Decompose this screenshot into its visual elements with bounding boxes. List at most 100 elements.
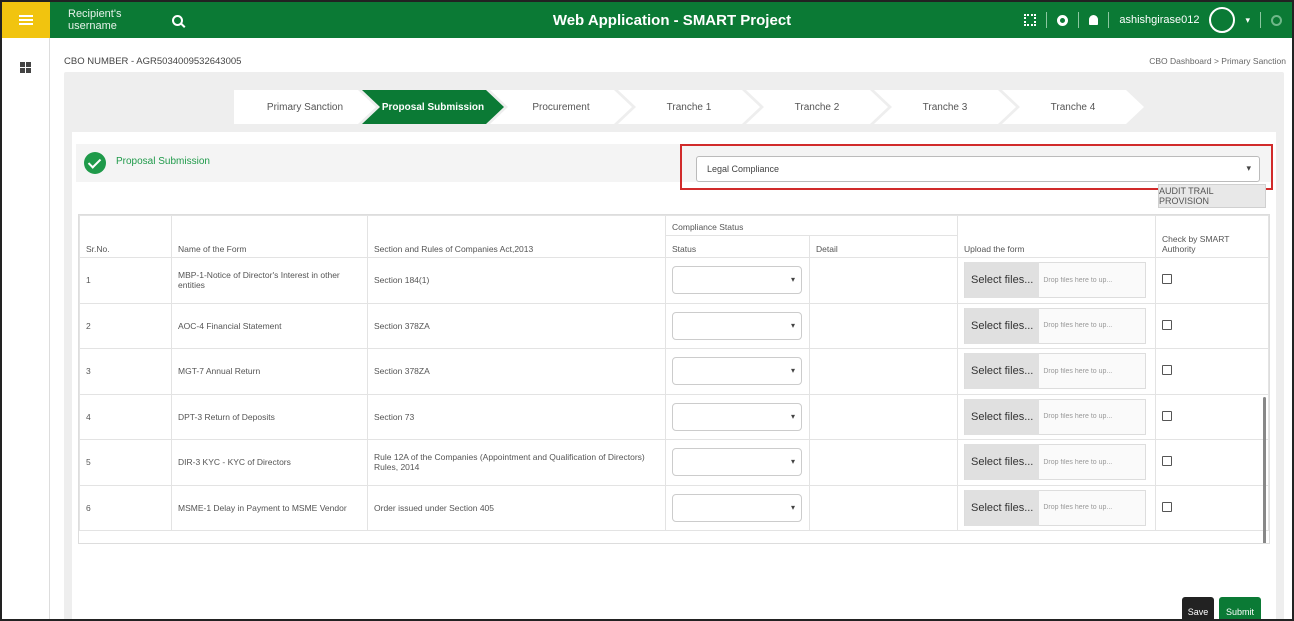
compliance-type-value: Legal Compliance bbox=[707, 164, 780, 174]
drop-hint: Drop files here to up... bbox=[1043, 276, 1113, 284]
select-files-button[interactable]: Select files... bbox=[965, 444, 1040, 481]
dropdown-arrow-icon: ▾ bbox=[790, 275, 795, 285]
step-wizard: Primary Sanction Proposal Submission Pro… bbox=[234, 90, 1144, 124]
cell-section: Section 378ZA bbox=[367, 302, 666, 349]
cbo-number: CBO NUMBER - AGR5034009532643005 bbox=[64, 56, 242, 67]
select-files-button[interactable]: Select files... bbox=[965, 398, 1040, 435]
header-form-name: Name of the Form bbox=[171, 215, 368, 258]
main-panel: Primary Sanction Proposal Submission Pro… bbox=[64, 72, 1284, 619]
smart-check-checkbox[interactable] bbox=[1162, 410, 1172, 421]
header-check: Check by SMART Authority bbox=[1155, 215, 1269, 258]
smart-check-checkbox[interactable] bbox=[1162, 456, 1172, 467]
compliance-type-select[interactable]: Legal Compliance ▾ bbox=[696, 156, 1260, 182]
smart-check-checkbox[interactable] bbox=[1162, 274, 1172, 285]
status-select[interactable]: ▾ bbox=[672, 448, 802, 477]
app-window: Recipient's username Web Application - S… bbox=[0, 0, 1294, 621]
dropdown-arrow-icon: ▾ bbox=[790, 457, 795, 467]
fullscreen-icon[interactable] bbox=[1024, 14, 1037, 26]
drop-hint: Drop files here to up... bbox=[1043, 413, 1113, 421]
save-button[interactable]: Save bbox=[1182, 597, 1214, 619]
top-bar: Recipient's username Web Application - S… bbox=[50, 2, 1292, 38]
cell-form-name: AOC-4 Financial Statement bbox=[171, 302, 368, 349]
top-right-tools: ashishgirase012 ▾ bbox=[1024, 2, 1282, 38]
table-row: 3 MGT-7 Annual Return Section 378ZA ▾ Se… bbox=[79, 348, 1269, 395]
dropdown-arrow-icon: ▾ bbox=[790, 320, 795, 330]
select-files-button[interactable]: Select files... bbox=[965, 262, 1040, 299]
select-files-button[interactable]: Select files... bbox=[965, 307, 1040, 344]
drop-hint: Drop files here to up... bbox=[1043, 367, 1113, 375]
dropdown-arrow-icon: ▾ bbox=[790, 411, 795, 421]
cell-srno: 6 bbox=[79, 484, 172, 531]
step-tranche-3[interactable]: Tranche 3 bbox=[874, 90, 1016, 124]
detail-cell[interactable] bbox=[809, 348, 958, 395]
file-upload[interactable]: Select files... Drop files here to up... bbox=[964, 307, 1146, 344]
select-files-button[interactable]: Select files... bbox=[965, 353, 1040, 390]
table-row: 4 DPT-3 Return of Deposits Section 73 ▾ … bbox=[79, 393, 1269, 440]
cell-form-name: MGT-7 Annual Return bbox=[171, 348, 368, 395]
drop-hint: Drop files here to up... bbox=[1043, 504, 1113, 512]
step-primary-sanction[interactable]: Primary Sanction bbox=[234, 90, 376, 124]
search-icon[interactable] bbox=[172, 14, 183, 26]
bell-icon[interactable] bbox=[1089, 15, 1099, 25]
table-scrollbar[interactable] bbox=[1263, 397, 1266, 543]
header-upload: Upload the form bbox=[957, 215, 1156, 258]
status-select[interactable]: ▾ bbox=[672, 357, 802, 386]
smart-check-checkbox[interactable] bbox=[1162, 501, 1172, 512]
file-upload[interactable]: Select files... Drop files here to up... bbox=[964, 489, 1146, 526]
form-card: Proposal Submission Legal Compliance ▾ A… bbox=[72, 132, 1276, 619]
cell-section: Section 73 bbox=[367, 393, 666, 440]
header-section: Section and Rules of Companies Act,2013 bbox=[367, 215, 666, 258]
step-tranche-4[interactable]: Tranche 4 bbox=[1002, 90, 1144, 124]
dashboard-grid-icon[interactable] bbox=[20, 62, 31, 73]
file-upload[interactable]: Select files... Drop files here to up... bbox=[964, 262, 1146, 299]
header-detail: Detail bbox=[809, 235, 958, 258]
menu-toggle-button[interactable] bbox=[2, 2, 50, 38]
smart-check-checkbox[interactable] bbox=[1162, 365, 1172, 376]
section-label: Proposal Submission bbox=[116, 156, 210, 167]
cell-srno: 4 bbox=[79, 393, 172, 440]
cell-srno: 1 bbox=[79, 257, 172, 304]
cell-section: Rule 12A of the Companies (Appointment a… bbox=[367, 439, 666, 486]
submit-button[interactable]: Submit bbox=[1219, 597, 1261, 619]
drop-hint: Drop files here to up... bbox=[1043, 458, 1113, 466]
cell-srno: 3 bbox=[79, 348, 172, 395]
power-icon[interactable] bbox=[1271, 14, 1282, 26]
step-tranche-1[interactable]: Tranche 1 bbox=[618, 90, 760, 124]
status-select[interactable]: ▾ bbox=[672, 266, 802, 295]
file-upload[interactable]: Select files... Drop files here to up... bbox=[964, 353, 1146, 390]
breadcrumb[interactable]: CBO Dashboard > Primary Sanction bbox=[1149, 56, 1286, 66]
gear-icon[interactable] bbox=[1057, 14, 1069, 26]
drop-hint: Drop files here to up... bbox=[1043, 322, 1113, 330]
smart-check-checkbox[interactable] bbox=[1162, 319, 1172, 330]
recipient-search-input[interactable]: Recipient's username bbox=[68, 8, 168, 32]
status-select[interactable]: ▾ bbox=[672, 493, 802, 522]
table-row: 1 MBP-1-Notice of Director's Interest in… bbox=[79, 257, 1269, 304]
section-header: Proposal Submission Legal Compliance ▾ bbox=[76, 144, 1273, 190]
cell-form-name: DPT-3 Return of Deposits bbox=[171, 393, 368, 440]
detail-cell[interactable] bbox=[809, 302, 958, 349]
dropdown-arrow-icon: ▾ bbox=[790, 366, 795, 376]
table-row: 6 MSME-1 Delay in Payment to MSME Vendor… bbox=[79, 484, 1269, 531]
header-compliance-status: Compliance Status bbox=[665, 215, 958, 236]
detail-cell[interactable] bbox=[809, 393, 958, 440]
avatar[interactable] bbox=[1209, 7, 1236, 33]
username-label[interactable]: ashishgirase012 bbox=[1119, 14, 1199, 26]
step-tranche-2[interactable]: Tranche 2 bbox=[746, 90, 888, 124]
step-procurement[interactable]: Procurement bbox=[490, 90, 632, 124]
detail-cell[interactable] bbox=[809, 257, 958, 304]
detail-cell[interactable] bbox=[809, 439, 958, 486]
select-files-button[interactable]: Select files... bbox=[965, 489, 1040, 526]
cell-form-name: DIR-3 KYC - KYC of Directors bbox=[171, 439, 368, 486]
dropdown-arrow-icon: ▾ bbox=[1246, 163, 1251, 173]
step-proposal-submission[interactable]: Proposal Submission bbox=[362, 90, 504, 124]
detail-cell[interactable] bbox=[809, 484, 958, 531]
status-select[interactable]: ▾ bbox=[672, 402, 802, 431]
header-srno: Sr.No. bbox=[79, 215, 172, 258]
file-upload[interactable]: Select files... Drop files here to up... bbox=[964, 444, 1146, 481]
table-row: 2 AOC-4 Financial Statement Section 378Z… bbox=[79, 302, 1269, 349]
chevron-down-icon[interactable]: ▾ bbox=[1245, 15, 1250, 26]
cell-section: Order issued under Section 405 bbox=[367, 484, 666, 531]
audit-trail-button[interactable]: AUDIT TRAIL PROVISION bbox=[1158, 184, 1266, 208]
file-upload[interactable]: Select files... Drop files here to up... bbox=[964, 398, 1146, 435]
status-select[interactable]: ▾ bbox=[672, 311, 802, 340]
